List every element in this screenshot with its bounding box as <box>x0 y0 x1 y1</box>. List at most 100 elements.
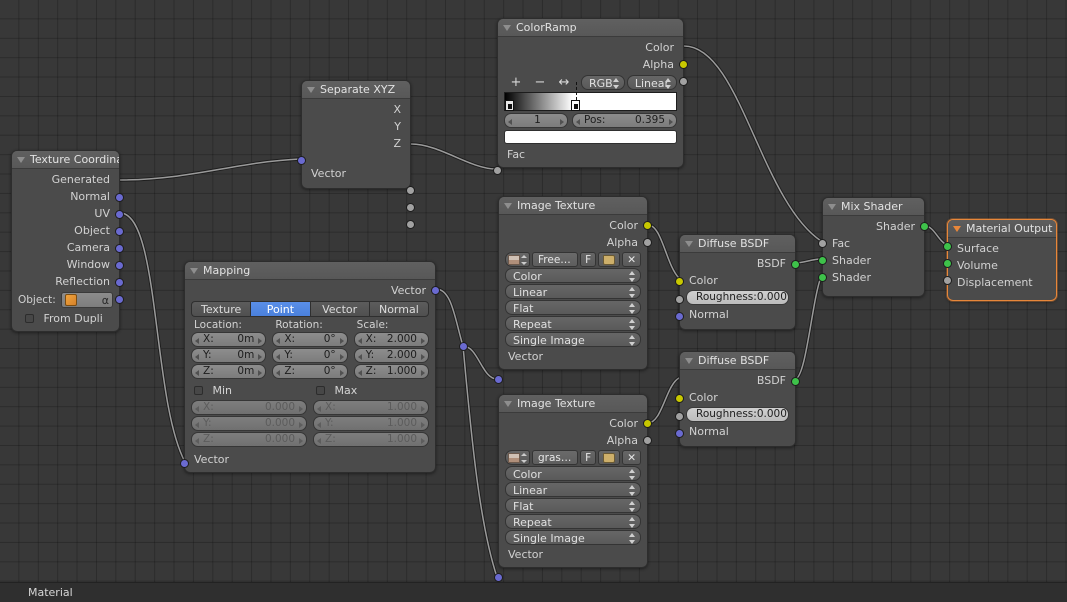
mapping-type-tabs[interactable]: Texture Point Vector Normal <box>191 301 429 317</box>
location-z-field[interactable]: Z: 0m <box>191 364 267 379</box>
socket-in-vector[interactable] <box>297 156 306 165</box>
socket-in-shader-1[interactable] <box>818 256 827 265</box>
collapse-triangle-icon[interactable] <box>504 203 512 209</box>
socket-out-z[interactable] <box>406 220 415 229</box>
socket-in-roughness[interactable] <box>675 295 684 304</box>
scale-z-field[interactable]: Z: 1.000 <box>353 364 429 379</box>
projection-dropdown[interactable]: Flat <box>505 300 641 315</box>
eyedropper-icon[interactable]: ⍺ <box>102 294 109 307</box>
socket-out-object[interactable] <box>115 244 124 253</box>
min-y-field[interactable]: Y: 0.000 <box>191 416 307 431</box>
socket-in-color[interactable] <box>675 277 684 286</box>
reroute-node-vector[interactable] <box>459 342 468 351</box>
socket-out-color[interactable] <box>679 60 688 69</box>
color-space-dropdown[interactable]: Color <box>505 268 641 283</box>
add-stop-icon[interactable]: + <box>504 75 528 90</box>
node-header[interactable]: Material Output <box>948 220 1056 238</box>
from-dupli-checkbox[interactable] <box>25 314 34 323</box>
node-header[interactable]: Mapping <box>185 262 435 280</box>
socket-in-fac[interactable] <box>493 166 502 175</box>
socket-out-camera[interactable] <box>115 261 124 270</box>
min-z-field[interactable]: Z: 0.000 <box>191 432 307 447</box>
socket-out-shader[interactable] <box>920 222 929 231</box>
socket-in-vector[interactable] <box>180 459 189 468</box>
colorramp-color-swatch[interactable] <box>504 130 677 144</box>
interpolation-dropdown[interactable]: Linear <box>505 482 641 497</box>
node-header[interactable]: Image Texture <box>499 197 647 215</box>
open-image-button[interactable] <box>598 252 621 267</box>
scale-x-field[interactable]: X: 2.000 <box>353 332 429 347</box>
location-y-field[interactable]: Y: 0m <box>191 348 267 363</box>
collapse-triangle-icon[interactable] <box>17 157 25 163</box>
node-header[interactable]: Image Texture <box>499 395 647 413</box>
socket-out-alpha[interactable] <box>643 238 652 247</box>
rotation-z-field[interactable]: Z: 0° <box>272 364 348 379</box>
colorramp-stop-0[interactable] <box>505 100 514 111</box>
socket-out-window[interactable] <box>115 278 124 287</box>
image-datablock-row[interactable]: Free Textur... F ✕ <box>505 252 641 267</box>
node-header[interactable]: Mix Shader <box>823 198 924 216</box>
collapse-triangle-icon[interactable] <box>953 226 961 232</box>
socket-out-bsdf[interactable] <box>791 377 800 386</box>
location-x-field[interactable]: X: 0m <box>191 332 267 347</box>
image-name-field[interactable]: grass_02.png <box>532 450 579 465</box>
max-toggle-row[interactable]: Max <box>313 384 429 398</box>
collapse-triangle-icon[interactable] <box>828 204 836 210</box>
open-image-button[interactable] <box>598 450 621 465</box>
scale-y-field[interactable]: Y: 2.000 <box>353 348 429 363</box>
node-mapping[interactable]: Mapping Vector Texture Point Vector Norm… <box>180 261 440 473</box>
collapse-triangle-icon[interactable] <box>503 25 511 31</box>
colorramp-index-field[interactable]: i 1 <box>504 113 568 128</box>
unlink-image-button[interactable]: ✕ <box>622 252 641 267</box>
image-name-field[interactable]: Free Textur... <box>532 252 579 267</box>
node-editor-canvas[interactable]: Texture Coordinate Generated Normal UV O… <box>0 0 1067 602</box>
colorramp-mode-dropdown[interactable]: RGB <box>581 75 625 90</box>
node-diffuse-bsdf-2[interactable]: Diffuse BSDF BSDF Color Roughness: 0.000… <box>675 351 800 447</box>
colorramp-gradient[interactable] <box>504 82 677 111</box>
image-datablock-browse[interactable] <box>505 252 530 267</box>
flip-ramp-icon[interactable]: ↔ <box>552 75 576 90</box>
extension-dropdown[interactable]: Repeat <box>505 514 641 529</box>
object-field-row[interactable]: Object: ⍺ <box>18 292 113 308</box>
node-header[interactable]: ColorRamp <box>498 19 683 37</box>
socket-in-surface[interactable] <box>943 242 952 251</box>
socket-in-normal[interactable] <box>675 312 684 321</box>
tab-normal[interactable]: Normal <box>368 301 429 317</box>
socket-out-x[interactable] <box>406 186 415 195</box>
socket-out-generated[interactable] <box>115 193 124 202</box>
colorramp-pos-field[interactable]: Pos: 0.395 <box>572 113 677 128</box>
unlink-image-button[interactable]: ✕ <box>622 450 641 465</box>
socket-out-color[interactable] <box>643 419 652 428</box>
node-image-texture-1[interactable]: Image Texture Color Alpha Free Textur...… <box>494 196 652 384</box>
min-checkbox[interactable] <box>194 386 203 395</box>
projection-dropdown[interactable]: Flat <box>505 498 641 513</box>
socket-in-volume[interactable] <box>943 259 952 268</box>
node-diffuse-bsdf-1[interactable]: Diffuse BSDF BSDF Color Roughness: 0.000… <box>675 234 800 330</box>
from-dupli-row[interactable]: From Dupli <box>12 310 119 327</box>
node-header[interactable]: Diffuse BSDF <box>680 352 795 370</box>
collapse-triangle-icon[interactable] <box>504 401 512 407</box>
collapse-triangle-icon[interactable] <box>190 268 198 274</box>
node-separate-xyz[interactable]: Separate XYZ X Y Z Vector <box>297 80 415 229</box>
colorramp-interpolation-dropdown[interactable]: Linear <box>626 75 677 90</box>
tab-point[interactable]: Point <box>250 301 310 317</box>
fake-user-button[interactable]: F <box>580 252 597 267</box>
socket-in-fac[interactable] <box>818 239 827 248</box>
socket-in-vector[interactable] <box>494 573 503 582</box>
remove-stop-icon[interactable]: − <box>528 75 552 90</box>
socket-in-shader-2[interactable] <box>818 273 827 282</box>
max-checkbox[interactable] <box>316 386 325 395</box>
collapse-triangle-icon[interactable] <box>307 87 315 93</box>
roughness-field[interactable]: Roughness: 0.000 <box>686 290 789 305</box>
node-header[interactable]: Diffuse BSDF <box>680 235 795 253</box>
socket-out-bsdf[interactable] <box>791 260 800 269</box>
socket-out-vector[interactable] <box>431 286 440 295</box>
source-dropdown[interactable]: Single Image <box>505 332 641 347</box>
max-y-field[interactable]: Y: 1.000 <box>313 416 429 431</box>
tab-vector[interactable]: Vector <box>309 301 369 317</box>
fake-user-button[interactable]: F <box>580 450 597 465</box>
socket-out-reflection[interactable] <box>115 295 124 304</box>
source-dropdown[interactable]: Single Image <box>505 530 641 545</box>
min-x-field[interactable]: X: 0.000 <box>191 400 307 415</box>
image-datablock-row[interactable]: grass_02.png F ✕ <box>505 450 641 465</box>
